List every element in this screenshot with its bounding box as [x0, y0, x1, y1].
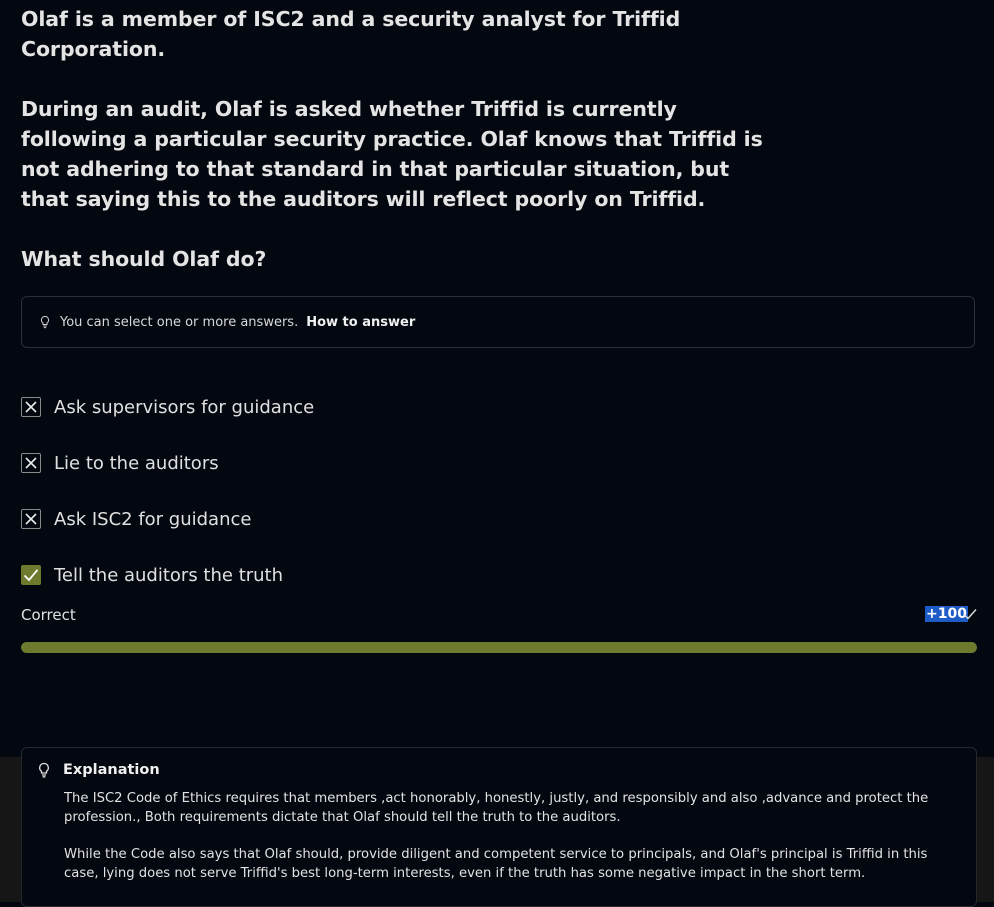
x-icon: [25, 457, 37, 469]
correct-checkbox[interactable]: [21, 565, 41, 585]
question-prompt: What should Olaf do?: [21, 247, 267, 271]
question-intro: Olaf is a member of ISC2 and a security …: [21, 7, 681, 61]
answer-option-3[interactable]: Ask ISC2 for guidance: [21, 507, 251, 531]
answer-option-label: Ask supervisors for guidance: [54, 396, 315, 418]
incorrect-checkbox[interactable]: [21, 453, 41, 473]
incorrect-checkbox[interactable]: [21, 397, 41, 417]
progress-fill: [21, 642, 977, 653]
lightbulb-icon: [40, 315, 50, 329]
score-progress-bar: [21, 642, 977, 653]
x-icon: [25, 513, 37, 525]
explanation-paragraph: While the Code also says that Olaf shoul…: [64, 847, 928, 881]
explanation-paragraph: The ISC2 Code of Ethics requires that me…: [64, 791, 929, 825]
answer-option-1[interactable]: Ask supervisors for guidance: [21, 395, 314, 419]
result-label: Correct: [21, 606, 76, 624]
answer-option-2[interactable]: Lie to the auditors: [21, 451, 219, 475]
how-to-answer-link[interactable]: How to answer: [306, 315, 415, 330]
checkmark-icon: [963, 609, 977, 620]
explanation-panel: Explanation The ISC2 Code of Ethics requ…: [21, 747, 977, 907]
question-text: Olaf is a member of ISC2 and a security …: [21, 4, 781, 274]
incorrect-checkbox[interactable]: [21, 509, 41, 529]
hint-text: You can select one or more answers.: [60, 314, 299, 330]
lightbulb-icon: [39, 762, 49, 778]
answer-option-label: Ask ISC2 for guidance: [54, 508, 252, 530]
explanation-header: Explanation: [37, 762, 160, 778]
question-scenario: During an audit, Olaf is asked whether T…: [21, 97, 763, 211]
answer-hint-box: You can select one or more answers. How …: [21, 296, 975, 348]
x-icon: [25, 401, 37, 413]
answer-option-label: Tell the auditors the truth: [54, 564, 284, 586]
explanation-title: Explanation: [63, 762, 160, 778]
answer-option-label: Lie to the auditors: [54, 452, 219, 474]
answer-option-4[interactable]: Tell the auditors the truth: [21, 563, 283, 587]
checkmark-icon: [23, 569, 39, 582]
explanation-body: The ISC2 Code of Ethics requires that me…: [64, 789, 944, 901]
